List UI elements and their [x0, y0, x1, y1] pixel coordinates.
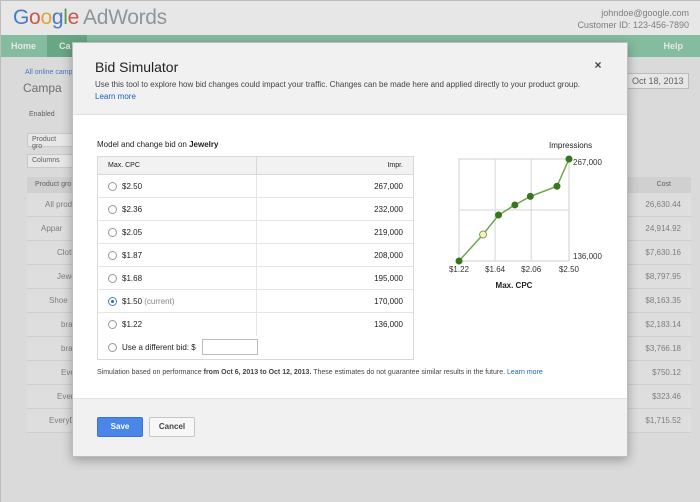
- bid-value: $2.05: [122, 228, 143, 237]
- custom-bid-radio[interactable]: [108, 343, 117, 352]
- bid-radio[interactable]: [108, 297, 117, 306]
- bid-row[interactable]: $2.05 219,000: [98, 221, 413, 244]
- bid-row[interactable]: $1.50 (current) 170,000: [98, 290, 413, 313]
- x-tick-label: $2.50: [559, 265, 580, 274]
- dialog-title: Bid Simulator: [95, 59, 179, 75]
- bid-value: $1.50 (current): [122, 297, 175, 306]
- data-point: [565, 155, 573, 163]
- bid-radio[interactable]: [108, 228, 117, 237]
- impressions-value: 219,000: [374, 228, 403, 237]
- bid-value: $1.87: [122, 251, 143, 260]
- bid-value: $1.22: [122, 320, 143, 329]
- impressions-value: 232,000: [374, 205, 403, 214]
- bid-value: $2.36: [122, 205, 143, 214]
- column-max-cpc: Max. CPC: [108, 162, 140, 169]
- bid-radio[interactable]: [108, 320, 117, 329]
- y-tick-label-min: 136,000: [573, 252, 602, 261]
- current-bid-note: (current): [144, 297, 175, 306]
- bid-table: Max. CPC Impr. $2.50 267,000 $2.36 232,000 $…: [97, 156, 414, 360]
- column-impressions: Impr.: [387, 162, 403, 169]
- impressions-chart: Impressions $1.22 $1.64 $2.06 $2.50 267,000 1…: [435, 135, 615, 295]
- data-point-current: [479, 230, 488, 239]
- impressions-value: 195,000: [374, 274, 403, 283]
- x-axis-label: Max. CPC: [496, 281, 533, 290]
- bid-radio[interactable]: [108, 182, 117, 191]
- section-label: Model and change bid on Jewelry: [97, 140, 219, 149]
- learn-more-link[interactable]: Learn more: [95, 92, 136, 101]
- close-icon[interactable]: ×: [591, 58, 605, 72]
- data-point: [553, 182, 561, 190]
- dialog-footer: Save Cancel: [73, 398, 627, 456]
- custom-bid-row: Use a different bid: $: [98, 336, 413, 359]
- x-tick-label: $1.64: [485, 265, 506, 274]
- bid-value: $2.50: [122, 182, 143, 191]
- bid-radio[interactable]: [108, 205, 117, 214]
- bid-value: $1.68: [122, 274, 143, 283]
- bid-row[interactable]: $1.87 208,000: [98, 244, 413, 267]
- custom-bid-input[interactable]: [202, 339, 258, 355]
- dialog-description: Use this tool to explore how bid changes…: [95, 79, 595, 103]
- data-point: [495, 211, 503, 219]
- cancel-button[interactable]: Cancel: [149, 417, 195, 437]
- data-point: [455, 257, 463, 265]
- data-point: [511, 201, 519, 209]
- impressions-value: 136,000: [374, 320, 403, 329]
- bid-simulator-dialog: Bid Simulator × Use this tool to explore…: [72, 42, 628, 457]
- simulation-footnote: Simulation based on performance from Oct…: [97, 369, 543, 376]
- description-text: Use this tool to explore how bid changes…: [95, 80, 581, 89]
- bid-row[interactable]: $2.50 267,000: [98, 175, 413, 198]
- save-button[interactable]: Save: [97, 417, 143, 437]
- y-tick-label-max: 267,000: [573, 158, 602, 167]
- bid-row[interactable]: $1.68 195,000: [98, 267, 413, 290]
- custom-bid-label: Use a different bid: $: [122, 343, 196, 352]
- bid-radio[interactable]: [108, 274, 117, 283]
- impressions-value: 170,000: [374, 297, 403, 306]
- x-tick-label: $2.06: [521, 265, 542, 274]
- dialog-header: Bid Simulator × Use this tool to explore…: [73, 43, 627, 115]
- impressions-value: 208,000: [374, 251, 403, 260]
- bid-row[interactable]: $1.22 136,000: [98, 313, 413, 336]
- bid-row[interactable]: $2.36 232,000: [98, 198, 413, 221]
- x-tick-label: $1.22: [449, 265, 470, 274]
- footnote-learn-more-link[interactable]: Learn more: [507, 369, 543, 376]
- product-group-name: Jewelry: [189, 140, 219, 149]
- bid-table-header: Max. CPC Impr.: [98, 157, 413, 175]
- bid-radio[interactable]: [108, 251, 117, 260]
- impressions-value: 267,000: [374, 182, 403, 191]
- data-point: [526, 192, 534, 200]
- chart-svg: $1.22 $1.64 $2.06 $2.50 267,000 136,000 Max. C…: [449, 155, 602, 290]
